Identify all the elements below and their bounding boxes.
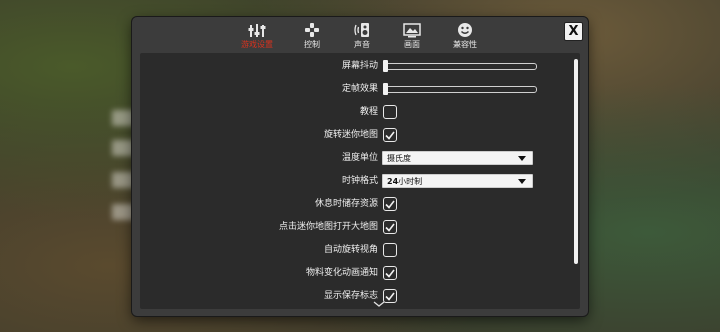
setting-row-screen-shake: 屏幕抖动 bbox=[140, 55, 570, 77]
setting-row-material-change-anim: 物料变化动画通知 bbox=[140, 262, 570, 284]
setting-label: 旋转迷你地图 bbox=[323, 130, 378, 140]
tab-controls[interactable]: 控制 bbox=[287, 21, 337, 50]
setting-row-auto-rotate-view: 自动旋转视角 bbox=[140, 239, 570, 261]
checkmark-icon bbox=[385, 223, 395, 232]
setting-label: 点击迷你地图打开大地图 bbox=[278, 222, 378, 232]
show-save-indicator-checkbox[interactable] bbox=[383, 289, 397, 303]
close-button[interactable]: X bbox=[564, 22, 583, 41]
smiley-icon bbox=[440, 21, 490, 39]
setting-label: 物料变化动画通知 bbox=[305, 268, 378, 278]
checkmark-icon bbox=[385, 292, 395, 301]
checkmark-icon bbox=[385, 269, 395, 278]
slider-handle[interactable] bbox=[383, 83, 388, 95]
tab-compatibility[interactable]: 兼容性 bbox=[440, 21, 490, 50]
setting-row-minimap-click-map: 点击迷你地图打开大地图 bbox=[140, 216, 570, 238]
dropdown-value-unit: 小时制 bbox=[398, 177, 423, 186]
gamepad-icon bbox=[287, 21, 337, 39]
slider-handle[interactable] bbox=[383, 60, 388, 72]
speaker-icon bbox=[337, 21, 387, 39]
tutorial-checkbox[interactable] bbox=[383, 105, 397, 119]
setting-label: 显示保存标志 bbox=[323, 291, 378, 301]
tab-label: 兼容性 bbox=[453, 40, 477, 49]
save-on-pause-checkbox[interactable] bbox=[383, 197, 397, 211]
setting-label: 教程 bbox=[359, 107, 378, 117]
clock-format-dropdown[interactable]: 24小时制 bbox=[382, 174, 533, 188]
minimap-click-map-checkbox[interactable] bbox=[383, 220, 397, 234]
setting-row-show-save-indicator: 显示保存标志 bbox=[140, 285, 570, 307]
setting-row-temperature-unit: 温度单位 摄氏度 bbox=[140, 147, 570, 169]
temperature-unit-dropdown[interactable]: 摄氏度 bbox=[382, 151, 533, 165]
setting-label: 自动旋转视角 bbox=[323, 245, 378, 255]
tab-label: 游戏设置 bbox=[241, 40, 273, 49]
material-change-anim-checkbox[interactable] bbox=[383, 266, 397, 280]
setting-row-clock-format: 时钟格式 24小时制 bbox=[140, 170, 570, 192]
close-icon: X bbox=[568, 24, 579, 39]
setting-label: 休息时储存资源 bbox=[314, 199, 378, 209]
frame-freeze-slider[interactable] bbox=[383, 83, 537, 95]
setting-label: 屏幕抖动 bbox=[341, 61, 378, 71]
setting-row-save-on-pause: 休息时储存资源 bbox=[140, 193, 570, 215]
checkmark-icon bbox=[385, 131, 395, 140]
screen-shake-slider[interactable] bbox=[383, 60, 537, 72]
setting-label: 温度单位 bbox=[341, 153, 378, 163]
chevron-down-icon[interactable] bbox=[373, 301, 385, 307]
scrollbar[interactable] bbox=[574, 59, 578, 264]
tab-label: 画面 bbox=[404, 40, 420, 49]
tab-label: 控制 bbox=[304, 40, 320, 49]
setting-row-tutorial: 教程 bbox=[140, 101, 570, 123]
tab-label: 声音 bbox=[354, 40, 370, 49]
setting-label: 时钟格式 bbox=[341, 176, 378, 186]
rotate-minimap-checkbox[interactable] bbox=[383, 128, 397, 142]
setting-label: 定帧效果 bbox=[341, 84, 378, 94]
dropdown-value: 摄氏度 bbox=[387, 154, 411, 163]
chevron-down-icon bbox=[518, 156, 526, 161]
setting-row-rotate-minimap: 旋转迷你地图 bbox=[140, 124, 570, 146]
tab-sound[interactable]: 声音 bbox=[337, 21, 387, 50]
wrench-settings-icon bbox=[232, 21, 282, 39]
chevron-down-icon bbox=[518, 179, 526, 184]
settings-dialog: 游戏设置 控制 声音 画面 兼容性 X 屏幕抖动 定帧效果 教程 旋转迷你地图 … bbox=[132, 17, 588, 316]
dropdown-value-number: 24 bbox=[387, 177, 399, 186]
tab-game-settings[interactable]: 游戏设置 bbox=[232, 21, 282, 50]
tab-graphics[interactable]: 画面 bbox=[387, 21, 437, 50]
settings-tab-bar: 游戏设置 控制 声音 画面 兼容性 bbox=[132, 17, 588, 53]
monitor-icon bbox=[387, 21, 437, 39]
setting-row-frame-freeze: 定帧效果 bbox=[140, 78, 570, 100]
settings-list[interactable]: 屏幕抖动 定帧效果 教程 旋转迷你地图 温度单位 摄氏度 时钟格式 24小时制 … bbox=[140, 53, 580, 309]
checkmark-icon bbox=[385, 200, 395, 209]
auto-rotate-view-checkbox[interactable] bbox=[383, 243, 397, 257]
